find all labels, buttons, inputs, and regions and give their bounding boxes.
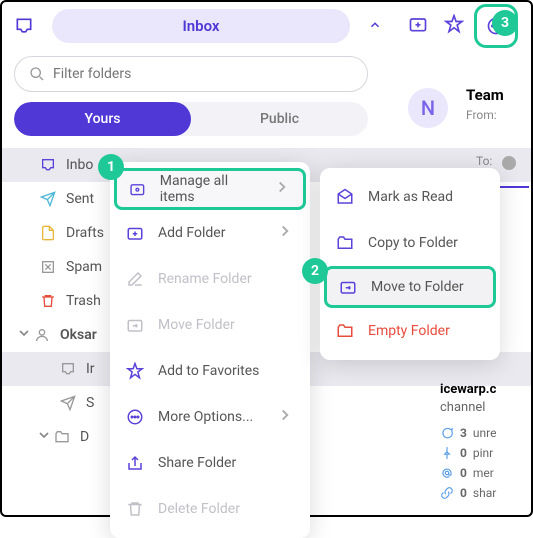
channel-label: channel: [440, 400, 485, 415]
stat-mentions: 0mer: [440, 466, 494, 480]
chevron-right-icon: [276, 222, 294, 244]
more-icon: [126, 408, 144, 426]
person-icon: [34, 327, 50, 343]
folder-label: Drafts: [66, 225, 104, 241]
folder-context-menu: Manage all items Add Folder Rename Folde…: [110, 162, 310, 538]
star-icon: [126, 362, 144, 380]
submenu-copy-folder[interactable]: Copy to Folder: [320, 220, 500, 266]
menu-rename-folder: Rename Folder: [110, 256, 310, 302]
menu-more-options[interactable]: More Options...: [110, 394, 310, 440]
avatar: N: [408, 88, 448, 128]
menu-add-folder[interactable]: Add Folder: [110, 210, 310, 256]
empty-folder-icon: [336, 322, 354, 340]
menu-share-folder[interactable]: Share Folder: [110, 440, 310, 486]
step-badge-3: 3: [492, 10, 518, 36]
stat-pinned: 0pinr: [440, 446, 493, 460]
folder-icon: [54, 429, 70, 445]
menu-label: Manage all items: [160, 173, 259, 205]
link-icon: [440, 486, 454, 500]
folder-icon: [336, 234, 354, 252]
new-folder-icon[interactable]: [408, 14, 428, 38]
menu-label: Delete Folder: [158, 501, 240, 517]
filter-text[interactable]: [53, 66, 353, 82]
menu-label: Empty Folder: [368, 323, 450, 339]
trash-icon: [126, 500, 144, 518]
from-label: From:: [466, 108, 497, 122]
rename-icon: [126, 270, 144, 288]
stat-shared: 0shar: [440, 486, 496, 500]
submenu-empty-folder[interactable]: Empty Folder: [320, 308, 500, 354]
folder-label: Ir: [86, 361, 95, 377]
chevron-down-icon[interactable]: [16, 325, 28, 345]
filter-folders-input[interactable]: [14, 56, 368, 92]
stat-unread: 3unre: [440, 426, 496, 440]
mail-open-icon: [336, 188, 354, 206]
message-title: Team: [466, 86, 504, 104]
move-folder-icon: [339, 278, 357, 296]
move-icon: [126, 316, 144, 334]
tab-yours[interactable]: Yours: [14, 102, 191, 136]
manage-submenu: Mark as Read Copy to Folder Move to Fold…: [320, 168, 500, 360]
menu-add-favorites[interactable]: Add to Favorites: [110, 348, 310, 394]
recipient-chip: [502, 156, 516, 170]
sent-icon: [40, 191, 56, 207]
inbox-tray-icon: [14, 16, 34, 36]
menu-label: Add Folder: [158, 225, 225, 241]
at-icon: [440, 466, 454, 480]
search-icon: [29, 66, 45, 82]
menu-label: Move Folder: [158, 317, 235, 333]
share-icon: [126, 454, 144, 472]
menu-label: Add to Favorites: [158, 363, 259, 379]
pin-icon: [440, 446, 454, 460]
domain-link[interactable]: icewarp.c: [440, 382, 496, 397]
add-folder-icon: [126, 224, 144, 242]
menu-delete-folder: Delete Folder: [110, 486, 310, 532]
chevron-right-icon: [276, 406, 294, 428]
folder-label: Oksar: [60, 327, 97, 343]
chevron-right-icon: [273, 178, 291, 200]
collapse-icon[interactable]: [368, 17, 382, 36]
bubble-icon: [440, 426, 454, 440]
menu-move-folder: Move Folder: [110, 302, 310, 348]
menu-label: Copy to Folder: [368, 235, 458, 251]
inbox-icon: [40, 157, 56, 173]
folder-label: Sent: [66, 191, 94, 207]
drafts-icon: [40, 225, 56, 241]
folder-label: Inbo: [66, 157, 93, 173]
menu-label: Move to Folder: [371, 279, 464, 295]
scope-tabs: Yours Public: [14, 102, 368, 136]
menu-manage-all[interactable]: Manage all items: [114, 168, 306, 210]
folder-label: Trash: [66, 293, 101, 309]
menu-label: More Options...: [158, 409, 253, 425]
chevron-down-icon[interactable]: [36, 427, 48, 447]
folder-label: Spam: [66, 259, 102, 275]
to-label: To:: [476, 154, 492, 168]
tab-public[interactable]: Public: [191, 102, 368, 136]
menu-label: Rename Folder: [158, 271, 252, 287]
trash-icon: [40, 293, 56, 309]
inbox-header[interactable]: Inbox: [52, 9, 350, 43]
inbox-icon: [60, 361, 76, 377]
spam-icon: [40, 259, 56, 275]
star-icon[interactable]: [444, 14, 464, 38]
step-badge-2: 2: [302, 258, 328, 284]
step-badge-1: 1: [98, 154, 124, 180]
page-title: Inbox: [182, 17, 219, 35]
menu-label: Mark as Read: [368, 189, 453, 205]
menu-label: Share Folder: [158, 455, 236, 471]
submenu-mark-read[interactable]: Mark as Read: [320, 174, 500, 220]
manage-icon: [129, 180, 146, 198]
sent-icon: [60, 395, 76, 411]
folder-label: D: [80, 429, 89, 445]
submenu-move-folder[interactable]: Move to Folder: [324, 266, 496, 308]
folder-label: S: [86, 395, 94, 411]
